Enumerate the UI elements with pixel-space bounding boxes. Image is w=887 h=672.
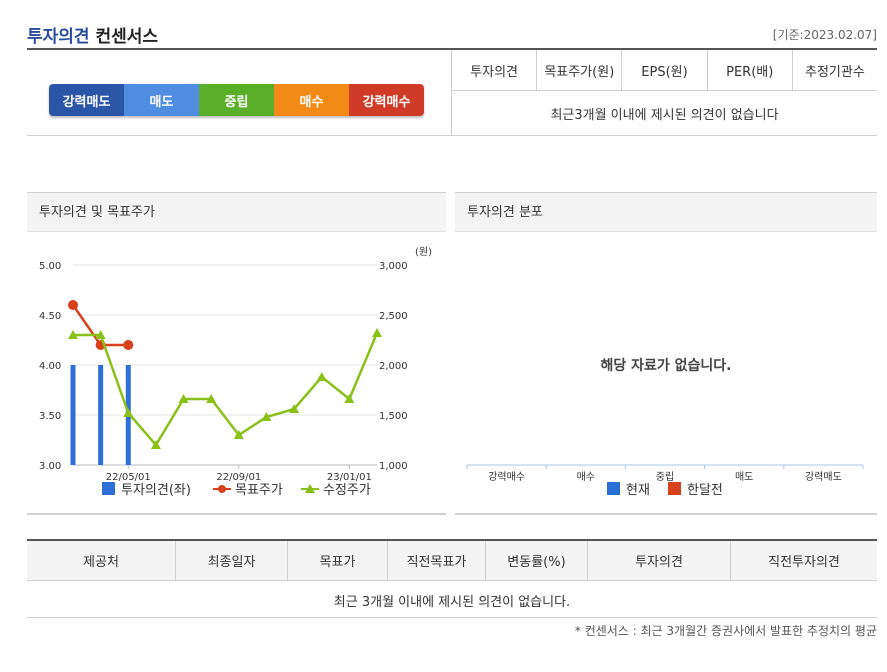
y-left-tick-label: 3.00 [39,461,61,472]
provider-table-column-header: 직전목표가 [388,541,486,580]
y-left-tick-label: 4.00 [39,361,61,372]
opinion-summary: 강력매도 매도 중립 매수 강력매수 투자의견 목표주가(원) EPS(원) PER(배) 추정… [27,50,877,136]
target-price-point [123,340,134,350]
page-title-part2: 컨센서스 [95,27,159,47]
footnote: * 컨센서스 : 최근 3개월간 증권사에서 발표한 추정치의 평균 [574,624,877,638]
consensus-table-column-header: 목표주가(원) [537,50,623,90]
x-tick-label: 22/09/01 [216,472,261,483]
legend-target-label: 목표주가 [235,483,283,498]
opinion-target-price-chart: 5.00 3,000 4.50 2,500 4.00 2,000 3.50 1,500 3.00… [39,246,432,498]
opinion-target-price-panel: 투자의견 및 목표주가 5.00 3,000 4.50 2,500 4.00 2,000 3… [27,192,446,515]
legend-current-label: 현재 [626,483,650,498]
y-left-tick-label: 3.50 [39,411,61,422]
legend-opinion-swatch [102,482,115,495]
x-tick-label: 23/01/01 [327,472,372,483]
consensus-table: 투자의견 목표주가(원) EPS(원) PER(배) 추정기관수 최근3개월 이내에 제… [451,50,877,136]
legend-prev-month-label: 한달전 [687,483,723,498]
distribution-category-label: 강력매수 [488,471,525,483]
provider-table-column-header: 제공처 [27,541,176,580]
opinion-scale-segment: 강력매수 [349,84,424,116]
legend-target-swatch [218,485,226,493]
legend-opinion-label: 투자의견(좌) [121,483,191,498]
y-right-tick-label: 2,500 [379,311,408,322]
consensus-table-header: 투자의견 목표주가(원) EPS(원) PER(배) 추정기관수 [452,50,877,91]
distribution-category-label: 매도 [735,471,753,483]
consensus-table-column-header: 투자의견 [452,50,538,90]
y-right-tick-label: 3,000 [379,261,408,272]
y-left-tick-label: 5.00 [39,261,61,272]
provider-table-column-header: 최종일자 [176,541,288,580]
legend-revised-label: 수정주가 [323,483,371,498]
consensus-header: 투자의견 컨센서스 [기준:2023.02.07] [27,20,877,50]
y-left-tick-label: 4.50 [39,311,61,322]
reference-date: [기준:2023.02.07] [772,28,877,42]
provider-empty-message: 최근 3개월 이내에 제시된 의견이 없습니다. [333,594,571,610]
opinion-scale-segment: 강력매도 [49,84,124,116]
revised-price-point [123,408,134,417]
revised-price-line [73,332,379,448]
consensus-empty-message: 최근3개월 이내에 제시된 의견이 없습니다 [550,107,779,123]
legend-prev-month-swatch [668,482,681,495]
y-right-unit-label: (원) [415,246,432,258]
provider-table-column-header: 목표가 [288,541,388,580]
page-title-part1: 투자의견 [27,27,90,47]
x-tick-label: 22/05/01 [106,472,151,483]
opinion-scale-segment: 중립 [199,84,274,116]
opinion-scale-segment: 매수 [274,84,349,116]
opinion-distribution-panel: 투자의견 분포 해당 자료가 없습니다. 강력매수 매수 중립 매도 강력매도 현재 한달전 [455,192,877,515]
opinion-bar [70,365,76,465]
revised-price-point [316,372,327,381]
opinion-target-price-title: 투자의견 및 목표주가 [27,193,446,232]
distribution-category-label: 중립 [656,470,674,483]
distribution-category-label: 매수 [577,471,595,483]
consensus-table-column-header: 추정기관수 [805,64,865,80]
y-right-tick-label: 1,500 [379,411,408,422]
opinion-bar [98,365,104,465]
provider-table: 제공처 최종일자 목표가 직전목표가 변동률(%) 투자의견 직전투자의견 최근 3개월 이… [27,539,877,618]
opinion-scale: 강력매도 매도 중립 매수 강력매수 [49,84,424,116]
provider-table-column-header: 투자의견 [588,541,731,580]
legend-current-swatch [607,482,620,495]
y-right-tick-label: 2,000 [379,361,408,372]
revised-price-point [372,328,382,337]
distribution-category-label: 강력매도 [805,471,842,483]
provider-table-header: 제공처 최종일자 목표가 직전목표가 변동률(%) 투자의견 직전투자의견 [27,541,877,581]
provider-table-column-header: 직전투자의견 [768,555,840,570]
opinion-distribution-chart: 강력매수 매수 중립 매도 강력매도현재 한달전 [466,464,864,498]
page-title: 투자의견 컨센서스 [27,22,158,47]
consensus-table-column-header: EPS(원) [622,50,708,90]
provider-table-column-header: 변동률(%) [486,541,588,580]
target-price-point [68,300,78,310]
y-right-tick-label: 1,000 [379,461,408,472]
opinion-scale-segment: 매도 [124,84,199,116]
consensus-table-column-header: PER(배) [708,50,793,90]
opinion-distribution-title: 투자의견 분포 [455,193,877,232]
